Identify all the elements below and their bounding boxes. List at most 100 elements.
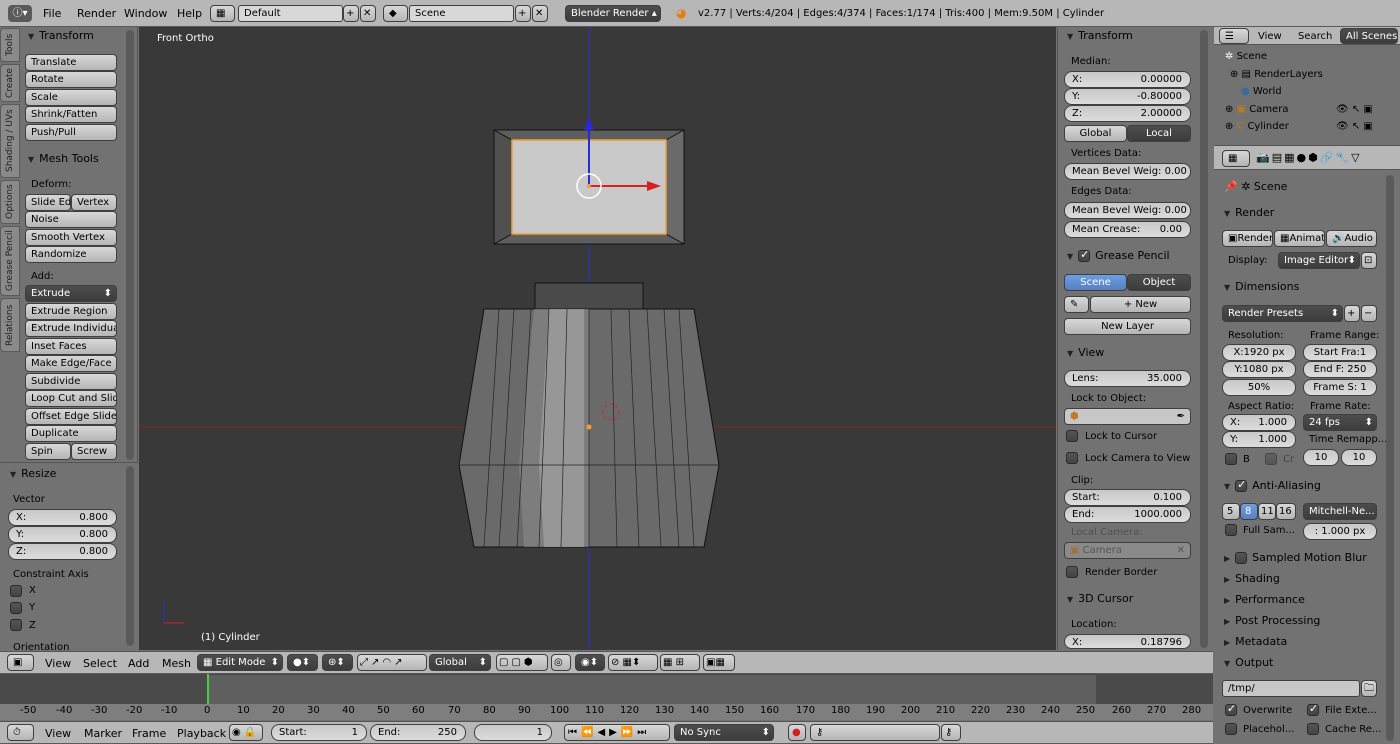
outliner-view-menu[interactable]: View — [1258, 31, 1282, 42]
constraint-x-checkbox[interactable] — [10, 585, 22, 597]
menu-help[interactable]: Help — [177, 0, 202, 27]
outliner-camera-item[interactable]: ⊕ ▣ Camera — [1225, 104, 1288, 115]
tab-create[interactable]: Create — [0, 64, 20, 102]
manipulator-icons[interactable]: ⤢↗◠↗ — [357, 654, 427, 671]
shading-mode-select[interactable]: ●⬍ — [287, 654, 318, 671]
render-panel-header[interactable]: ▼ Render — [1224, 206, 1274, 219]
constraint-y-checkbox[interactable] — [10, 602, 22, 614]
gp-new-button[interactable]: + New — [1090, 296, 1191, 313]
tl-menu-view[interactable]: View — [45, 727, 71, 740]
outliner-scene-item[interactable]: ✲ Scene — [1225, 51, 1267, 62]
keying-set-field[interactable]: ⚷ — [810, 724, 940, 741]
resize-x-field[interactable]: X: 0.800 — [8, 509, 117, 526]
render-audio-button[interactable]: 🔊Audio — [1326, 230, 1377, 247]
lens-field[interactable]: Lens: 35.000 — [1064, 370, 1191, 387]
proportional-select[interactable]: ◉⬍ — [575, 654, 605, 671]
output-path-field[interactable]: /tmp/ — [1222, 680, 1360, 697]
n-panel-scrollbar[interactable] — [1200, 30, 1208, 648]
gp-object-toggle[interactable]: Object — [1127, 274, 1191, 291]
snap-target-icons[interactable]: ▦ ⊞ — [660, 654, 700, 671]
resize-z-field[interactable]: Z: 0.800 — [8, 543, 117, 560]
screw-button[interactable]: Screw — [71, 443, 117, 460]
resolution-y-field[interactable]: Y:1080 px — [1222, 361, 1296, 378]
cache-result-checkbox[interactable] — [1307, 723, 1319, 735]
frame-step-field[interactable]: Frame S: 1 — [1303, 379, 1377, 396]
viewport-3d[interactable]: Front Ortho (1) Cylinder — [139, 27, 1056, 650]
vp-menu-add[interactable]: Add — [128, 657, 149, 670]
n-view-header[interactable]: ▼ View — [1067, 346, 1104, 359]
properties-scrollbar[interactable] — [1386, 175, 1394, 741]
render-preview-icons[interactable]: ▣▦ — [703, 654, 735, 671]
motion-blur-checkbox[interactable] — [1235, 552, 1248, 564]
make-edge-face-button[interactable]: Make Edge/Face — [25, 355, 117, 372]
gp-scene-toggle[interactable]: Scene — [1064, 274, 1127, 291]
tab-grease-pencil[interactable]: Grease Pencil — [0, 226, 20, 296]
pencil-icon[interactable]: ✎ — [1064, 296, 1089, 313]
aa-samples-11[interactable]: 11 — [1258, 503, 1276, 520]
mode-select[interactable]: ▦ Edit Mode ⬍ — [197, 654, 283, 671]
folder-icon[interactable]: 🗀 — [1361, 680, 1377, 697]
layout-icon[interactable]: ▦ — [210, 5, 235, 22]
slide-edge-button[interactable]: Slide Ed — [25, 194, 71, 211]
menu-render[interactable]: Render — [77, 0, 116, 27]
loop-cut-slide-button[interactable]: Loop Cut and Slide — [25, 390, 117, 407]
scale-button[interactable]: Scale — [25, 89, 117, 106]
current-frame-marker[interactable] — [207, 674, 209, 704]
lock-camera-checkbox[interactable] — [1066, 452, 1078, 464]
resize-header[interactable]: ▼ Resize — [10, 467, 56, 480]
start-frame-field[interactable]: Start Fra:1 — [1303, 344, 1377, 361]
outliner-renderlayers-item[interactable]: ⊕ ▤ RenderLayers — [1230, 69, 1323, 80]
properties-editor-icon[interactable]: ▦ — [1222, 150, 1250, 167]
full-sample-checkbox[interactable] — [1225, 524, 1237, 536]
aa-filter-select[interactable]: Mitchell-Ne... — [1303, 503, 1377, 520]
resolution-x-field[interactable]: X:1920 px — [1222, 344, 1296, 361]
tab-relations[interactable]: Relations — [0, 298, 20, 352]
motion-blur-header[interactable]: ▶ Sampled Motion Blur — [1224, 551, 1367, 564]
translate-button[interactable]: Translate — [25, 54, 117, 71]
anti-aliasing-header[interactable]: ▼Anti-Aliasing — [1224, 478, 1321, 492]
tab-options[interactable]: Options — [0, 180, 20, 224]
toolshelf-scrollbar[interactable] — [126, 30, 134, 460]
lock-object-field[interactable]: ⬢ ✒ — [1064, 408, 1191, 425]
tab-shading-uvs[interactable]: Shading / UVs — [0, 104, 20, 178]
orientation-select[interactable]: Global ⬍ — [429, 654, 491, 671]
output-header[interactable]: ▼ Output — [1224, 656, 1273, 669]
info-editor-icon[interactable]: ⓘ▾ — [8, 5, 32, 22]
subdivide-button[interactable]: Subdivide — [25, 373, 117, 390]
tools-transform-header[interactable]: ▼ Transform — [28, 29, 94, 42]
vp-menu-view[interactable]: View — [45, 657, 71, 670]
display-mode-select[interactable]: All Scenes — [1340, 28, 1398, 44]
smooth-vertex-button[interactable]: Smooth Vertex — [25, 229, 117, 246]
constraint-z-checkbox[interactable] — [10, 619, 22, 631]
aa-samples-16[interactable]: 16 — [1276, 503, 1296, 520]
current-frame-field[interactable]: 1 — [474, 724, 552, 741]
dimensions-header[interactable]: ▼ Dimensions — [1224, 280, 1299, 293]
display-select[interactable]: Image Editor ⬍ — [1278, 252, 1360, 269]
median-z-field[interactable]: Z: 2.00000 — [1064, 105, 1191, 122]
post-processing-header[interactable]: ▶ Post Processing — [1224, 614, 1320, 627]
border-checkbox[interactable] — [1225, 453, 1237, 465]
camera-visibility-icons[interactable]: 👁 ↖ ▣ — [1336, 104, 1373, 115]
extrude-region-button[interactable]: Extrude Region — [25, 303, 117, 320]
aa-samples-8[interactable]: 8 — [1240, 503, 1258, 520]
timeline-ruler[interactable] — [0, 704, 1213, 720]
clip-end-field[interactable]: End: 1000.000 — [1064, 506, 1191, 523]
remove-preset-icon[interactable]: − — [1361, 305, 1377, 322]
performance-header[interactable]: ▶ Performance — [1224, 593, 1305, 606]
filter-size-field[interactable]: : 1.000 px — [1303, 523, 1377, 540]
cursor-x-field[interactable]: X: 0.18796 — [1064, 634, 1191, 649]
timeline-editor-icon[interactable]: ⏱ — [7, 724, 34, 741]
tab-tools[interactable]: Tools — [0, 28, 20, 62]
grease-pencil-checkbox[interactable] — [1078, 248, 1091, 262]
render-still-button[interactable]: ▣Render — [1222, 230, 1273, 247]
tl-menu-frame[interactable]: Frame — [132, 727, 166, 740]
time-remap-new-field[interactable]: 10 — [1341, 449, 1377, 466]
extrude-individual-button[interactable]: Extrude Individual — [25, 320, 117, 337]
grease-pencil-header[interactable]: ▼Grease Pencil — [1067, 248, 1170, 262]
scene-field[interactable]: Scene — [409, 5, 514, 22]
vertex-bevel-field[interactable]: Mean Bevel Weig: 0.00 — [1064, 163, 1191, 180]
offset-edge-slide-button[interactable]: Offset Edge Slide — [25, 408, 117, 425]
render-animation-button[interactable]: ▦Animati — [1274, 230, 1325, 247]
extrude-select[interactable]: Extrude ⬍ — [25, 285, 117, 302]
add-layout-icon[interactable]: + — [343, 5, 359, 22]
